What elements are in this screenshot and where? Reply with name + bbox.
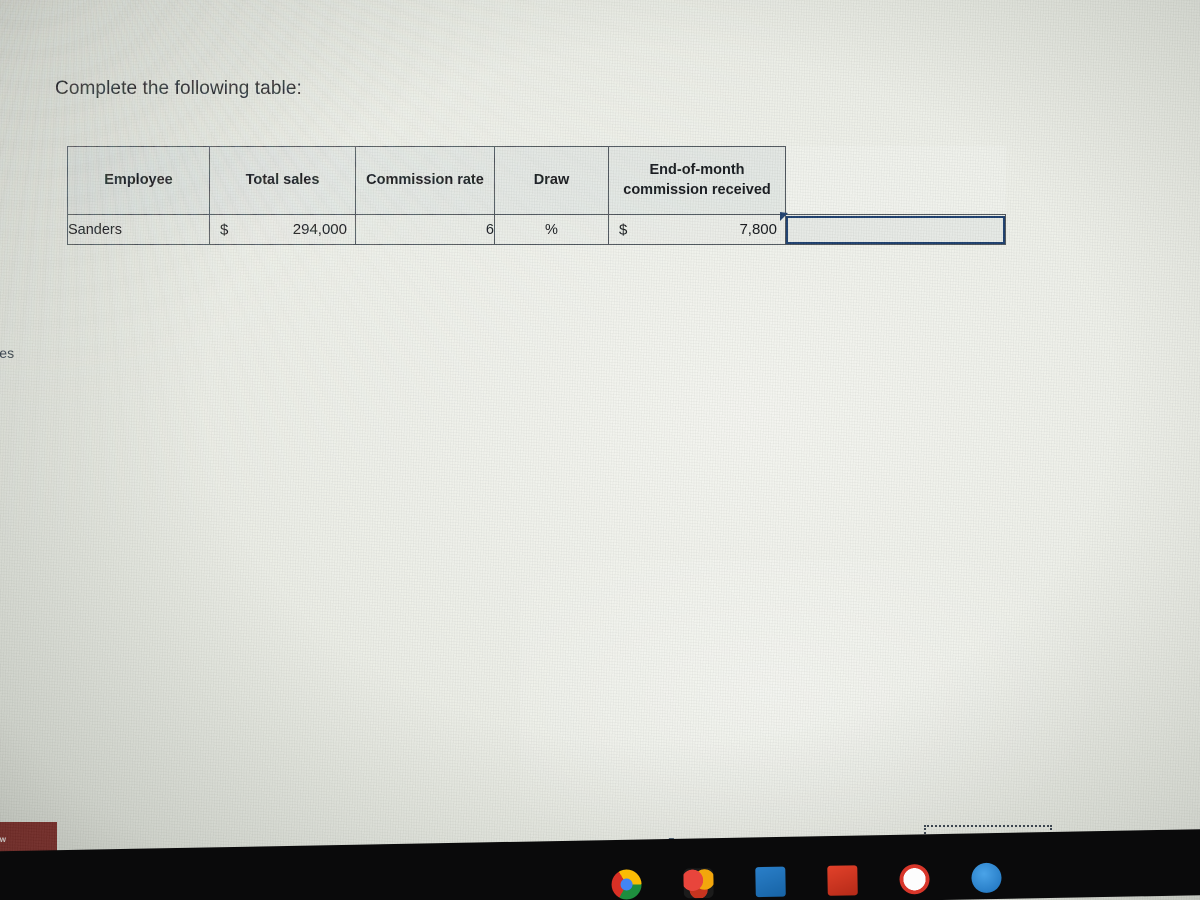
cell-selection-marker-icon [780, 212, 788, 221]
currency-symbol-draw: $ [619, 221, 628, 238]
chrome-icon[interactable] [611, 869, 642, 900]
webpage-content: Complete the following table: Employee T… [0, 0, 1200, 900]
blue-document-icon[interactable] [755, 866, 786, 898]
table-header-row: Employee Total sales Commission rate Dra… [67, 146, 1006, 215]
monitor-photo: Complete the following table: Employee T… [0, 0, 1200, 900]
column-header-commission-rate: Commission rate [355, 146, 495, 215]
blue-circle-icon[interactable] [971, 862, 1002, 894]
red-app-icon[interactable] [827, 865, 858, 896]
cell-total-sales: $ 294,000 [209, 214, 356, 245]
cell-employee-name: Sanders [67, 214, 210, 245]
currency-symbol: $ [220, 221, 229, 238]
column-header-draw: Draw [494, 146, 609, 215]
clipped-sidebar-text: ces [0, 345, 15, 361]
table-row: Sanders $ 294,000 6 % $ 7,800 [67, 212, 1006, 245]
column-header-total-sales: Total sales [209, 146, 356, 215]
eom-commission-input[interactable] [786, 215, 1005, 244]
commission-table: Employee Total sales Commission rate Dra… [67, 146, 1006, 245]
column-header-employee: Employee [67, 146, 210, 215]
logo-line-2: Graw [0, 835, 7, 844]
total-sales-amount: 294,000 [292, 220, 347, 238]
column-header-eom-commission: End-of-month commission received [608, 146, 786, 215]
photos-icon[interactable] [683, 867, 714, 899]
cell-draw: $ 7,800 [608, 214, 786, 245]
cell-eom-commission[interactable] [780, 212, 1006, 245]
draw-amount: 7,800 [739, 220, 777, 238]
percent-symbol: % [494, 214, 609, 245]
white-red-circle-icon[interactable] [899, 863, 930, 895]
page-title: Complete the following table: [55, 78, 302, 99]
cell-commission-rate: 6 [355, 214, 495, 245]
logo-line-1: Mc [0, 825, 53, 835]
